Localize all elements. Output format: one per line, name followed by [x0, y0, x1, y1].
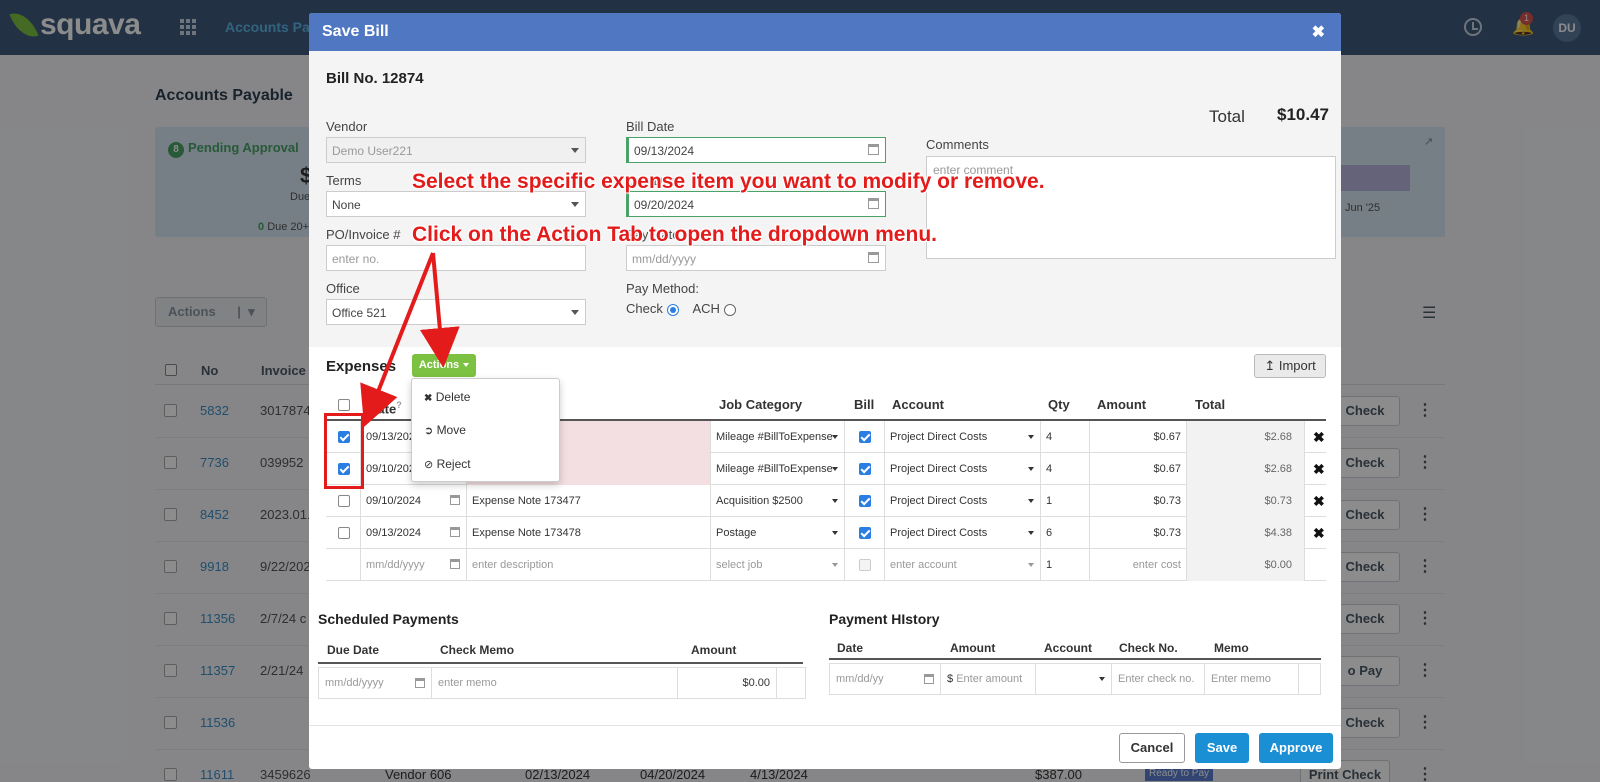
- annotation-arrows: [360, 252, 460, 427]
- arrow-to-checkboxes: [360, 252, 435, 427]
- arrow-to-actions: [419, 252, 460, 368]
- callout-select-items: Select the specific expense item you wan…: [412, 170, 1045, 193]
- callout-click-actions: Click on the Action Tab to open the drop…: [412, 223, 937, 246]
